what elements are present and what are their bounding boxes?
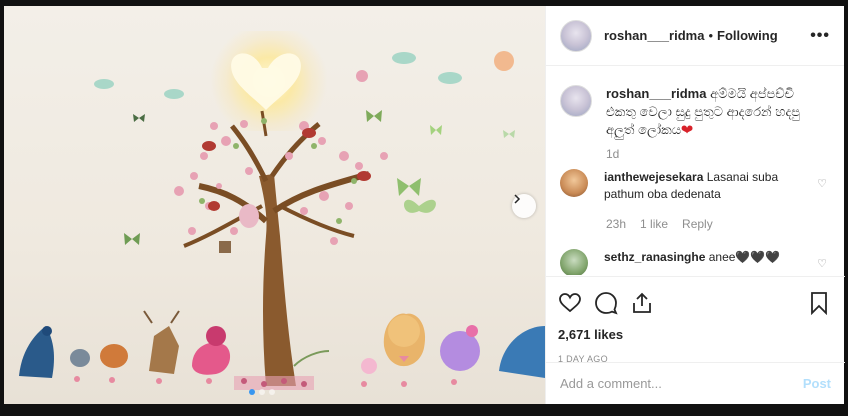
caption: roshan___ridma අම්මයි අප්පච්චි එකතු වෙලා…: [560, 85, 831, 139]
comment-like-heart-icon[interactable]: ♡: [817, 257, 827, 270]
comment-like-count[interactable]: 1 like: [640, 217, 668, 231]
carousel-dot: [259, 389, 265, 395]
post-photo[interactable]: [4, 6, 545, 404]
carousel-dot: [249, 389, 255, 395]
commenter-avatar[interactable]: [560, 169, 588, 197]
comment-item: ianthewejesekara Lasanai suba pathum oba…: [560, 169, 831, 203]
comment-username[interactable]: sethz_ranasinghe: [604, 250, 705, 264]
header-separator: •: [708, 28, 713, 43]
comment-body: ianthewejesekara Lasanai suba pathum oba…: [604, 169, 804, 203]
author-avatar[interactable]: [560, 19, 592, 52]
comment-icon[interactable]: [594, 291, 618, 315]
caption-author-avatar[interactable]: [560, 85, 592, 117]
commenter-avatar[interactable]: [560, 249, 588, 275]
chevron-right-icon: [514, 194, 521, 204]
caption-timestamp[interactable]: 1d: [606, 147, 831, 161]
heart-icon[interactable]: [558, 291, 582, 315]
red-heart-emoji: ❤: [681, 122, 693, 137]
post-header: roshan___ridma • Following •••: [546, 6, 844, 66]
post-actions: 2,671 likes 1 DAY AGO: [546, 276, 845, 376]
comment-input[interactable]: [560, 376, 803, 391]
carousel-dot: [269, 389, 275, 395]
wall-decal-illustration: [19, 51, 545, 390]
comment-like-heart-icon[interactable]: ♡: [817, 177, 827, 190]
comment-reply-button[interactable]: Reply: [682, 217, 713, 231]
add-comment-bar: Post: [546, 362, 845, 404]
comment-item: sethz_ranasinghe anee🖤🖤🖤 ♡: [560, 249, 831, 275]
carousel-dots: [249, 389, 275, 395]
comment-text: anee🖤🖤🖤: [708, 250, 781, 264]
carousel-next-button[interactable]: [512, 194, 536, 218]
likes-count[interactable]: 2,671 likes: [558, 327, 831, 342]
more-options-icon[interactable]: •••: [810, 27, 830, 45]
author-username[interactable]: roshan___ridma: [604, 28, 704, 43]
comments-list[interactable]: roshan___ridma අම්මයි අප්පච්චි එකතු වෙලා…: [546, 67, 845, 275]
comment-username[interactable]: ianthewejesekara: [604, 170, 703, 184]
comment-timestamp[interactable]: 23h: [606, 217, 626, 231]
post-comment-button[interactable]: Post: [803, 376, 831, 391]
action-icons: [558, 285, 831, 321]
comment-meta: 23h 1 like Reply: [606, 217, 831, 231]
caption-body: roshan___ridma අම්මයි අප්පච්චි එකතු වෙලා…: [606, 85, 816, 139]
post-side-panel: roshan___ridma • Following ••• roshan___…: [545, 6, 845, 404]
post-modal: roshan___ridma • Following ••• roshan___…: [0, 0, 848, 416]
bookmark-icon[interactable]: [807, 291, 831, 315]
following-button[interactable]: Following: [717, 28, 778, 43]
caption-username[interactable]: roshan___ridma: [606, 86, 706, 101]
comment-body: sethz_ranasinghe anee🖤🖤🖤: [604, 249, 804, 275]
share-icon[interactable]: [630, 291, 654, 315]
